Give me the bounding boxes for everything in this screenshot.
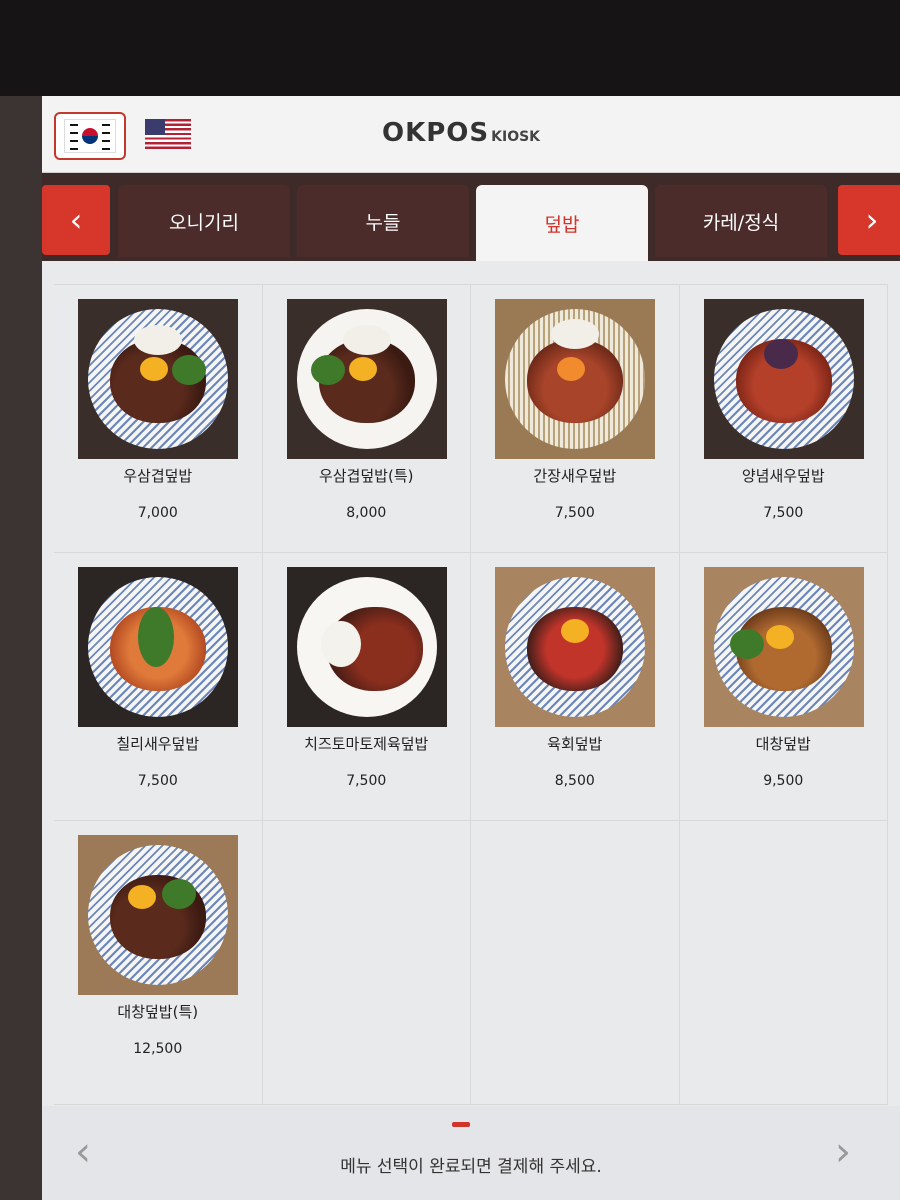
category-strip: ‹ 오니기리 누들 덮밥 카레/정식 › [42, 173, 900, 261]
food-photo [703, 299, 864, 459]
food-photo [495, 567, 655, 727]
menu-item-price: 7,500 [763, 505, 804, 521]
menu-grid: 우삼겹덮밥 7,000 우삼겹덮밥(특) 8,000 간장새우덮밥 7,500 … [54, 284, 888, 1105]
empty-slot [679, 821, 888, 1105]
menu-item-price: 9,500 [763, 773, 804, 789]
logo-main-text: OKPOS [382, 118, 490, 148]
device-bezel-left [0, 96, 42, 1200]
category-next-button[interactable]: › [838, 185, 900, 255]
page-indicator [452, 1122, 470, 1127]
okpos-logo: OKPOS KIOSK [382, 118, 540, 152]
menu-item-name: 우삼겹덮밥 [123, 467, 193, 485]
menu-item-price: 7,500 [346, 773, 387, 789]
menu-item-name: 우삼겹덮밥(특) [318, 467, 414, 485]
header: OKPOS KIOSK [42, 96, 900, 173]
food-photo [78, 299, 238, 459]
menu-item-name: 치즈토마토제육덮밥 [304, 735, 429, 753]
empty-slot [471, 821, 680, 1105]
menu-item-name: 육회덮밥 [547, 735, 603, 753]
us-flag-icon [145, 119, 191, 149]
menu-item-price: 8,500 [554, 773, 595, 789]
food-photo [703, 567, 864, 727]
category-prev-button[interactable]: ‹ [42, 185, 110, 255]
menu-item-price: 7,000 [137, 505, 178, 521]
menu-item[interactable]: 대창덮밥 9,500 [679, 553, 888, 821]
menu-item-price: 7,500 [137, 773, 178, 789]
food-photo [286, 567, 447, 727]
menu-item[interactable]: 양념새우덮밥 7,500 [679, 285, 888, 553]
menu-item-name: 양념새우덮밥 [741, 467, 825, 485]
korean-flag-icon [64, 119, 116, 153]
empty-slot [262, 821, 471, 1105]
kiosk-screen: OKPOS KIOSK ‹ 오니기리 누들 덮밥 카레/정식 › 우삼겹덮밥 7… [42, 96, 900, 1200]
tab-label: 오니기리 [169, 211, 239, 234]
payment-guide-text: 메뉴 선택이 완료되면 결제해 주세요. [340, 1157, 602, 1177]
menu-item-name: 간장새우덮밥 [533, 467, 617, 485]
food-photo [78, 835, 238, 995]
menu-item-price: 8,000 [346, 505, 387, 521]
menu-item-price: 7,500 [554, 505, 595, 521]
menu-item-name: 칠리새우덮밥 [116, 735, 200, 753]
menu-item-price: 12,500 [133, 1041, 183, 1057]
footer-bar: ‹ › 메뉴 선택이 완료되면 결제해 주세요. [42, 1106, 900, 1200]
logo-sub-text: KIOSK [491, 129, 541, 145]
menu-item[interactable]: 치즈토마토제육덮밥 7,500 [262, 553, 471, 821]
chevron-left-icon: ‹ [69, 201, 83, 239]
tab-onigiri[interactable]: 오니기리 [118, 185, 290, 257]
chevron-right-icon: › [865, 201, 879, 239]
tab-label: 덮밥 [544, 213, 580, 236]
menu-item[interactable]: 대창덮밥(특) 12,500 [54, 821, 263, 1105]
english-language-button[interactable] [134, 112, 202, 156]
tab-label: 누들 [365, 211, 401, 234]
korean-language-button[interactable] [54, 112, 126, 160]
food-photo [286, 299, 447, 459]
food-photo [78, 567, 238, 727]
menu-item[interactable]: 우삼겹덮밥(특) 8,000 [262, 285, 471, 553]
tab-noodle[interactable]: 누들 [297, 185, 469, 257]
menu-item[interactable]: 육회덮밥 8,500 [471, 553, 680, 821]
menu-item[interactable]: 칠리새우덮밥 7,500 [54, 553, 263, 821]
device-bezel-top [0, 0, 900, 96]
food-photo [495, 299, 655, 459]
tab-rice-bowl[interactable]: 덮밥 [476, 185, 648, 261]
menu-item-name: 대창덮밥 [755, 735, 811, 753]
tab-label: 카레/정식 [702, 211, 780, 234]
tab-curry-set[interactable]: 카레/정식 [655, 185, 827, 257]
menu-item[interactable]: 간장새우덮밥 7,500 [471, 285, 680, 553]
menu-item-name: 대창덮밥(특) [117, 1003, 199, 1021]
menu-item[interactable]: 우삼겹덮밥 7,000 [54, 285, 263, 553]
